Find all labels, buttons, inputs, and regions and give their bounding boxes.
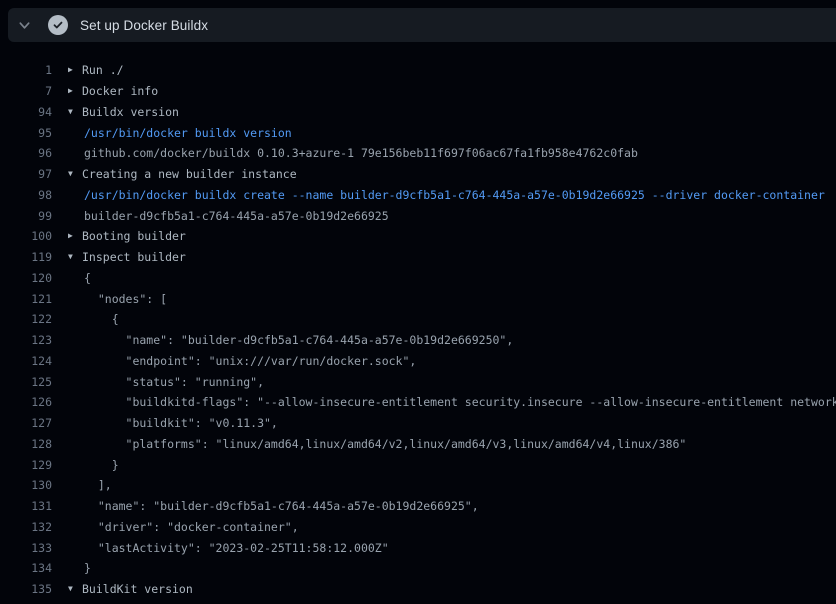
log-line: 122 { bbox=[0, 309, 836, 330]
log-lines-container: 1▶Run ./7▶Docker info94▼Buildx version95… bbox=[0, 60, 836, 604]
triangle-down-icon: ▼ bbox=[68, 169, 82, 178]
line-number[interactable]: 131 bbox=[0, 499, 52, 513]
triangle-right-icon: ▶ bbox=[68, 65, 82, 74]
output-text: "lastActivity": "2023-02-25T11:58:12.000… bbox=[68, 541, 389, 555]
log-line: 130 ], bbox=[0, 475, 836, 496]
output-text: } bbox=[68, 458, 119, 472]
actions-log-viewer: { "header": { "title": "Set up Docker Bu… bbox=[0, 0, 836, 604]
group-title: Inspect builder bbox=[82, 250, 186, 264]
triangle-down-icon: ▼ bbox=[68, 584, 82, 593]
output-text: "platforms": "linux/amd64,linux/amd64/v2… bbox=[68, 437, 686, 451]
log-group-header[interactable]: 94 ▼Buildx version bbox=[0, 102, 836, 123]
group-title: Run ./ bbox=[82, 63, 124, 77]
line-number[interactable]: 127 bbox=[0, 416, 52, 430]
line-number[interactable]: 120 bbox=[0, 271, 52, 285]
line-number[interactable]: 97 bbox=[0, 167, 52, 181]
log-line: 126 "buildkitd-flags": "--allow-insecure… bbox=[0, 392, 836, 413]
line-number[interactable]: 135 bbox=[0, 582, 52, 596]
line-number[interactable]: 100 bbox=[0, 229, 52, 243]
log-line: 125 "status": "running", bbox=[0, 371, 836, 392]
triangle-right-icon: ▶ bbox=[68, 231, 82, 240]
output-text: "endpoint": "unix:///var/run/docker.sock… bbox=[68, 354, 416, 368]
output-text: ], bbox=[68, 478, 112, 492]
line-number[interactable]: 98 bbox=[0, 188, 52, 202]
log-line: 95/usr/bin/docker buildx version bbox=[0, 122, 836, 143]
line-number[interactable]: 122 bbox=[0, 312, 52, 326]
output-text: github.com/docker/buildx 0.10.3+azure-1 … bbox=[68, 146, 638, 160]
output-text: } bbox=[68, 561, 91, 575]
triangle-down-icon: ▼ bbox=[68, 107, 82, 116]
output-text: builder-d9cfb5a1-c764-445a-a57e-0b19d2e6… bbox=[68, 209, 389, 223]
output-text: "status": "running", bbox=[68, 375, 264, 389]
line-number[interactable]: 121 bbox=[0, 292, 52, 306]
output-text: "driver": "docker-container", bbox=[68, 520, 299, 534]
log-line: 133 "lastActivity": "2023-02-25T11:58:12… bbox=[0, 537, 836, 558]
log-line: 131 "name": "builder-d9cfb5a1-c764-445a-… bbox=[0, 496, 836, 517]
group-title: Docker info bbox=[82, 84, 158, 98]
chevron-down-icon[interactable] bbox=[8, 19, 40, 32]
line-number[interactable]: 133 bbox=[0, 541, 52, 555]
line-number[interactable]: 94 bbox=[0, 105, 52, 119]
log-line: 123 "name": "builder-d9cfb5a1-c764-445a-… bbox=[0, 330, 836, 351]
line-number[interactable]: 132 bbox=[0, 520, 52, 534]
command-text: /usr/bin/docker buildx create --name bui… bbox=[68, 188, 825, 202]
output-text: "buildkitd-flags": "--allow-insecure-ent… bbox=[68, 395, 836, 409]
group-title: Booting builder bbox=[82, 229, 186, 243]
log-line: 127 "buildkit": "v0.11.3", bbox=[0, 413, 836, 434]
line-number[interactable]: 128 bbox=[0, 437, 52, 451]
output-text: "name": "builder-d9cfb5a1-c764-445a-a57e… bbox=[68, 333, 513, 347]
log-group-header[interactable]: 135 ▼BuildKit version bbox=[0, 579, 836, 600]
line-number[interactable]: 99 bbox=[0, 209, 52, 223]
output-text: "buildkit": "v0.11.3", bbox=[68, 416, 278, 430]
line-number[interactable]: 96 bbox=[0, 146, 52, 160]
log-line: 136builder-d9cfb5a1-c764-445a-a57e-0b19d… bbox=[0, 600, 836, 604]
log-line: 96 github.com/docker/buildx 0.10.3+azure-… bbox=[0, 143, 836, 164]
step-title: Set up Docker Buildx bbox=[80, 18, 208, 33]
triangle-right-icon: ▶ bbox=[68, 86, 82, 95]
log-line: 128 "platforms": "linux/amd64,linux/amd6… bbox=[0, 434, 836, 455]
output-text: { bbox=[68, 271, 91, 285]
step-header[interactable]: Set up Docker Buildx bbox=[8, 8, 836, 42]
command-text: /usr/bin/docker buildx version bbox=[68, 126, 292, 140]
log-group-header[interactable]: 97 ▼Creating a new builder instance bbox=[0, 164, 836, 185]
line-number[interactable]: 126 bbox=[0, 395, 52, 409]
triangle-down-icon: ▼ bbox=[68, 252, 82, 261]
group-title: Buildx version bbox=[82, 105, 179, 119]
line-number[interactable]: 95 bbox=[0, 126, 52, 140]
line-number[interactable]: 129 bbox=[0, 458, 52, 472]
log-line: 134} bbox=[0, 558, 836, 579]
log-group-header[interactable]: 119 ▼Inspect builder bbox=[0, 247, 836, 268]
log-line: 129 } bbox=[0, 454, 836, 475]
line-number[interactable]: 119 bbox=[0, 250, 52, 264]
line-number[interactable]: 130 bbox=[0, 478, 52, 492]
output-text: "nodes": [ bbox=[68, 292, 167, 306]
line-number[interactable]: 1 bbox=[0, 63, 52, 77]
log-line: 120 { bbox=[0, 268, 836, 289]
line-number[interactable]: 124 bbox=[0, 354, 52, 368]
output-text: { bbox=[68, 312, 119, 326]
log-line: 124 "endpoint": "unix:///var/run/docker.… bbox=[0, 351, 836, 372]
check-circle-icon bbox=[48, 15, 68, 35]
group-title: Creating a new builder instance bbox=[82, 167, 297, 181]
log-line: 98/usr/bin/docker buildx create --name b… bbox=[0, 185, 836, 206]
log-group-header[interactable]: 7 ▶Docker info bbox=[0, 81, 836, 102]
log-group-header[interactable]: 100 ▶Booting builder bbox=[0, 226, 836, 247]
line-number[interactable]: 134 bbox=[0, 561, 52, 575]
line-number[interactable]: 7 bbox=[0, 84, 52, 98]
log-line: 132 "driver": "docker-container", bbox=[0, 517, 836, 538]
log-line: 121 "nodes": [ bbox=[0, 288, 836, 309]
log-line: 99 builder-d9cfb5a1-c764-445a-a57e-0b19d2… bbox=[0, 205, 836, 226]
line-number[interactable]: 123 bbox=[0, 333, 52, 347]
output-text: "name": "builder-d9cfb5a1-c764-445a-a57e… bbox=[68, 499, 479, 513]
group-title: BuildKit version bbox=[82, 582, 193, 596]
line-number[interactable]: 125 bbox=[0, 375, 52, 389]
log-group-header[interactable]: 1 ▶Run ./ bbox=[0, 60, 836, 81]
